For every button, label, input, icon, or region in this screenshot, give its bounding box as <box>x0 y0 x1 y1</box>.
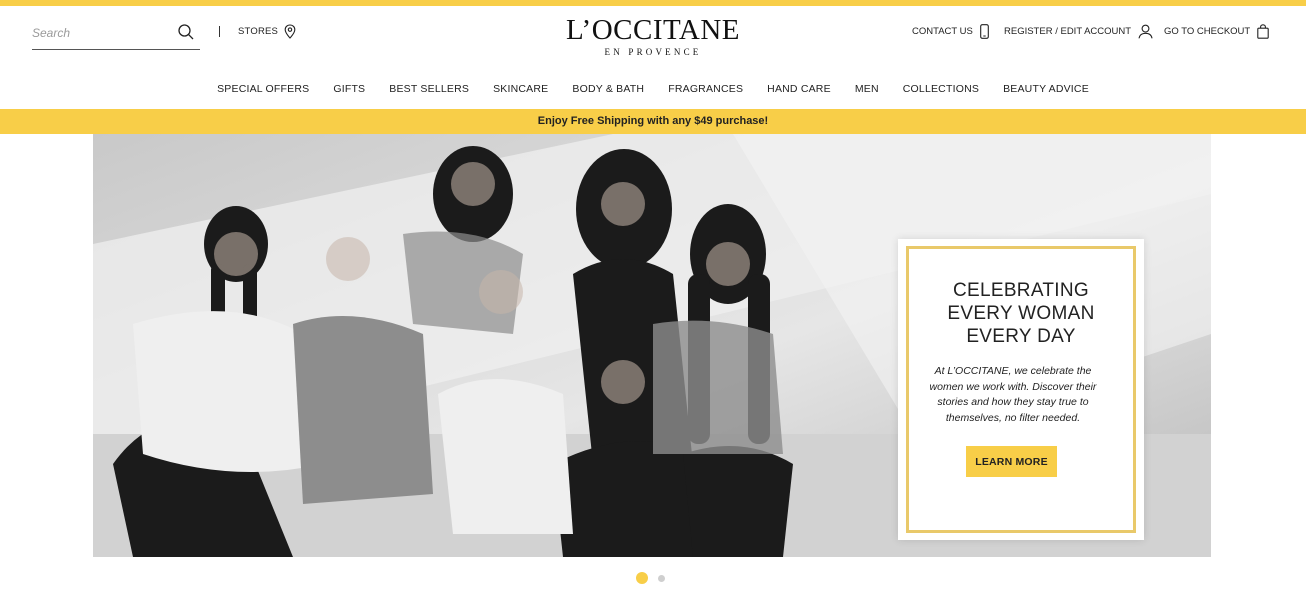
header-divider <box>219 26 220 37</box>
register-account-link[interactable]: REGISTER / EDIT ACCOUNT <box>1004 24 1153 39</box>
user-icon <box>1138 24 1153 39</box>
nav-item-beauty-advice[interactable]: BEAUTY ADVICE <box>991 80 1101 98</box>
phone-icon <box>980 24 989 39</box>
hero-headline: CELEBRATING EVERY WOMAN EVERY DAY <box>898 279 1144 348</box>
hero-headline-line-1: CELEBRATING <box>953 280 1089 301</box>
search-icon[interactable] <box>178 24 194 40</box>
nav-item-best-sellers[interactable]: BEST SELLERS <box>377 80 481 98</box>
contact-us-label: CONTACT US <box>912 26 973 37</box>
carousel-pagination <box>636 572 665 584</box>
location-pin-icon <box>284 24 296 39</box>
main-navigation: SPECIAL OFFERS GIFTS BEST SELLERS SKINCA… <box>0 80 1306 98</box>
checkout-link[interactable]: GO TO CHECKOUT <box>1164 24 1269 39</box>
nav-item-body-bath[interactable]: BODY & BATH <box>560 80 656 98</box>
brand-logo[interactable]: L’OCCITANE EN PROVENCE <box>553 14 753 58</box>
shopping-bag-icon <box>1257 24 1269 39</box>
hero-promo-card: CELEBRATING EVERY WOMAN EVERY DAY At L’O… <box>898 239 1144 540</box>
contact-us-link[interactable]: CONTACT US <box>912 24 989 39</box>
free-shipping-text: Enjoy Free Shipping with any $49 purchas… <box>537 115 769 127</box>
nav-item-fragrances[interactable]: FRAGRANCES <box>656 80 755 98</box>
register-account-label: REGISTER / EDIT ACCOUNT <box>1004 26 1132 37</box>
nav-item-gifts[interactable]: GIFTS <box>321 80 377 98</box>
hero-headline-line-2: EVERY WOMAN <box>947 303 1095 324</box>
carousel-dot-active[interactable] <box>636 572 648 584</box>
stores-link[interactable]: STORES <box>238 24 296 39</box>
nav-item-skincare[interactable]: SKINCARE <box>481 80 560 98</box>
nav-item-special-offers[interactable]: SPECIAL OFFERS <box>205 80 321 98</box>
hero-banner[interactable]: CELEBRATING EVERY WOMAN EVERY DAY At L’O… <box>93 134 1211 557</box>
nav-item-collections[interactable]: COLLECTIONS <box>891 80 991 98</box>
nav-item-hand-care[interactable]: HAND CARE <box>755 80 843 98</box>
nav-item-men[interactable]: MEN <box>843 80 891 98</box>
search-bar <box>32 20 200 50</box>
logo-wordmark: L’OCCITANE <box>566 14 740 46</box>
hero-body-text: At L’OCCITANE, we celebrate the women we… <box>929 365 1097 424</box>
search-input[interactable] <box>32 22 172 44</box>
hero-headline-line-3: EVERY DAY <box>966 326 1076 347</box>
top-accent-strip <box>0 0 1306 6</box>
carousel-dot[interactable] <box>658 574 665 582</box>
free-shipping-banner[interactable]: Enjoy Free Shipping with any $49 purchas… <box>0 109 1306 134</box>
learn-more-button[interactable]: LEARN MORE <box>966 446 1057 477</box>
checkout-label: GO TO CHECKOUT <box>1164 26 1251 37</box>
logo-tagline: EN PROVENCE <box>604 47 702 57</box>
stores-label: STORES <box>238 26 279 37</box>
